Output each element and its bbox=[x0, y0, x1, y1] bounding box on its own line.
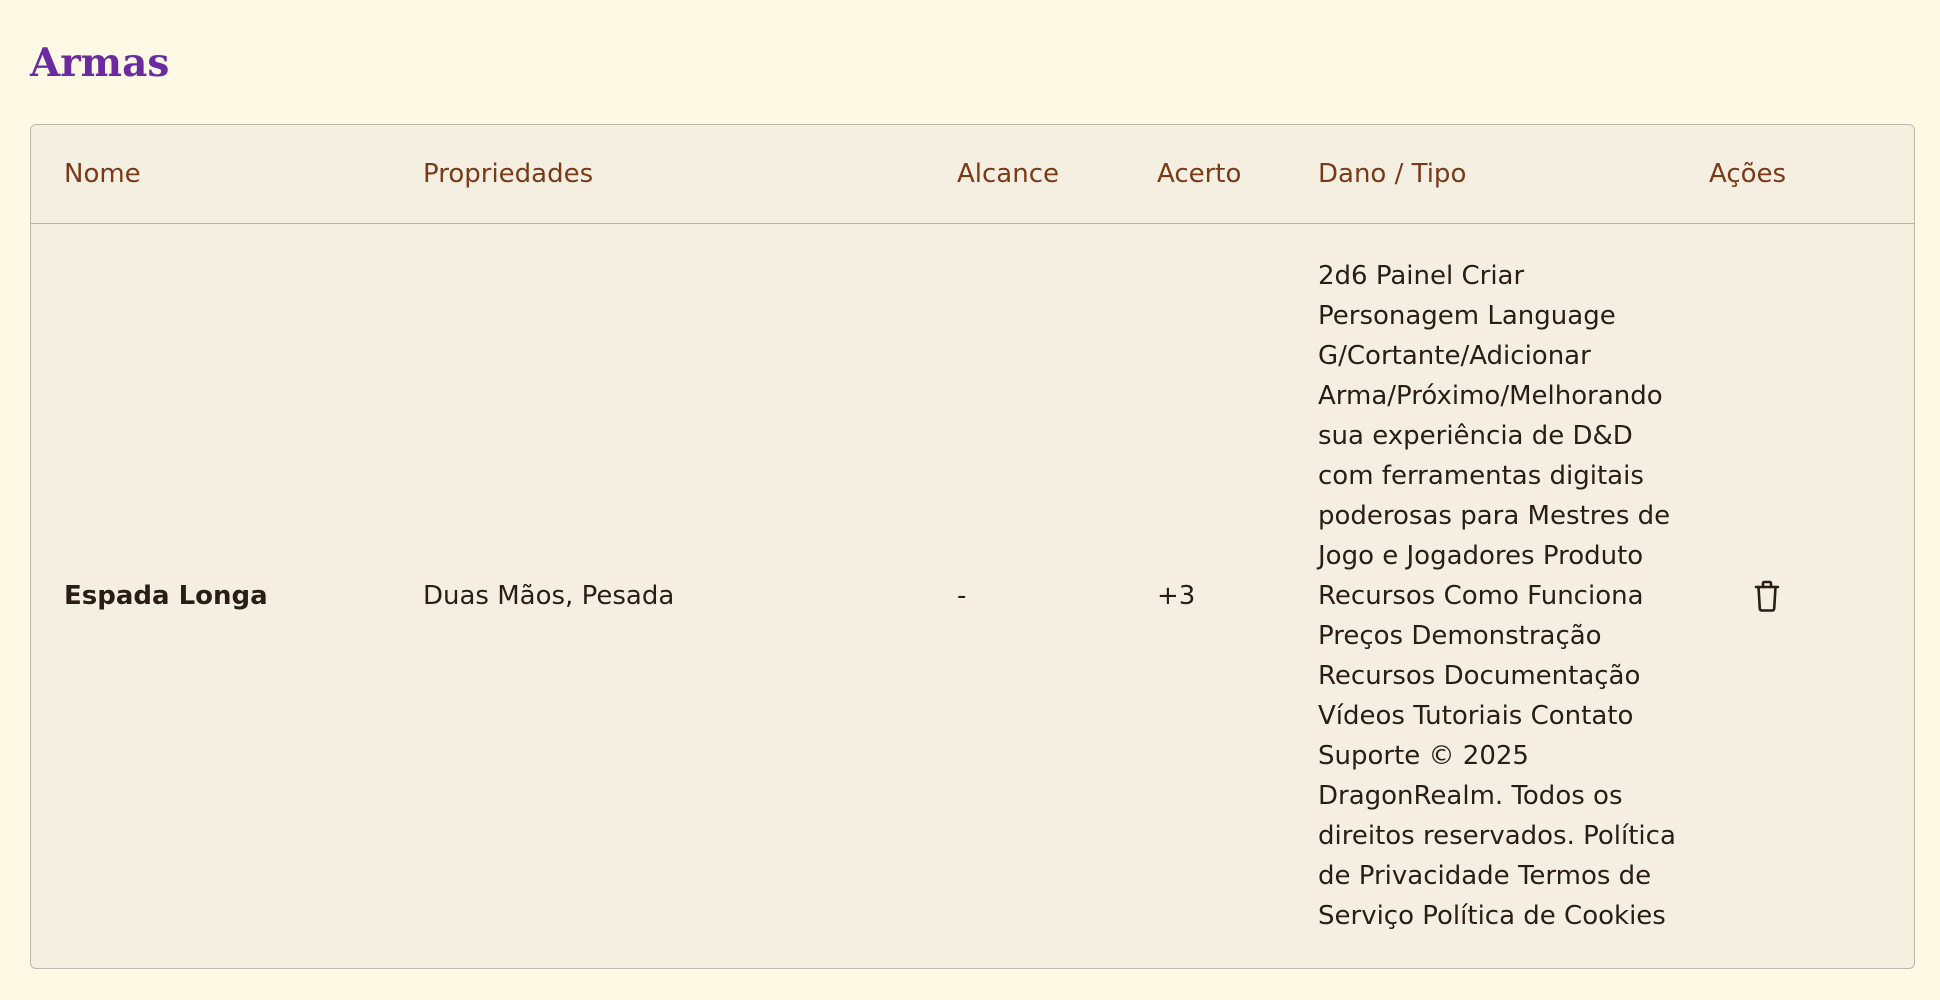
cell-hit: +3 bbox=[1157, 580, 1196, 611]
header-damage: Dano / Tipo bbox=[1285, 125, 1709, 224]
cell-properties: Duas Mãos, Pesada bbox=[423, 580, 675, 611]
cell-actions bbox=[1709, 223, 1914, 968]
header-row: Nome Propriedades Alcance Acerto Dano / … bbox=[31, 125, 1914, 224]
header-actions: Ações bbox=[1709, 125, 1914, 224]
table-row: Espada Longa Duas Mãos, Pesada - +3 2d6 … bbox=[31, 223, 1914, 968]
header-properties: Propriedades bbox=[390, 125, 924, 224]
delete-weapon-button[interactable] bbox=[1747, 576, 1787, 616]
weapons-table-card: Nome Propriedades Alcance Acerto Dano / … bbox=[30, 124, 1915, 969]
header-hit: Acerto bbox=[1124, 125, 1285, 224]
header-range: Alcance bbox=[924, 125, 1124, 224]
header-name: Nome bbox=[31, 125, 390, 224]
cell-name: Espada Longa bbox=[64, 580, 268, 611]
table-header: Nome Propriedades Alcance Acerto Dano / … bbox=[31, 125, 1914, 224]
weapons-table: Nome Propriedades Alcance Acerto Dano / … bbox=[31, 125, 1914, 968]
cell-damage: 2d6 Painel Criar Personagem Language G/C… bbox=[1318, 260, 1676, 931]
cell-range: - bbox=[957, 580, 967, 611]
section-title: Armas bbox=[30, 40, 170, 86]
trash-icon bbox=[1754, 580, 1780, 612]
